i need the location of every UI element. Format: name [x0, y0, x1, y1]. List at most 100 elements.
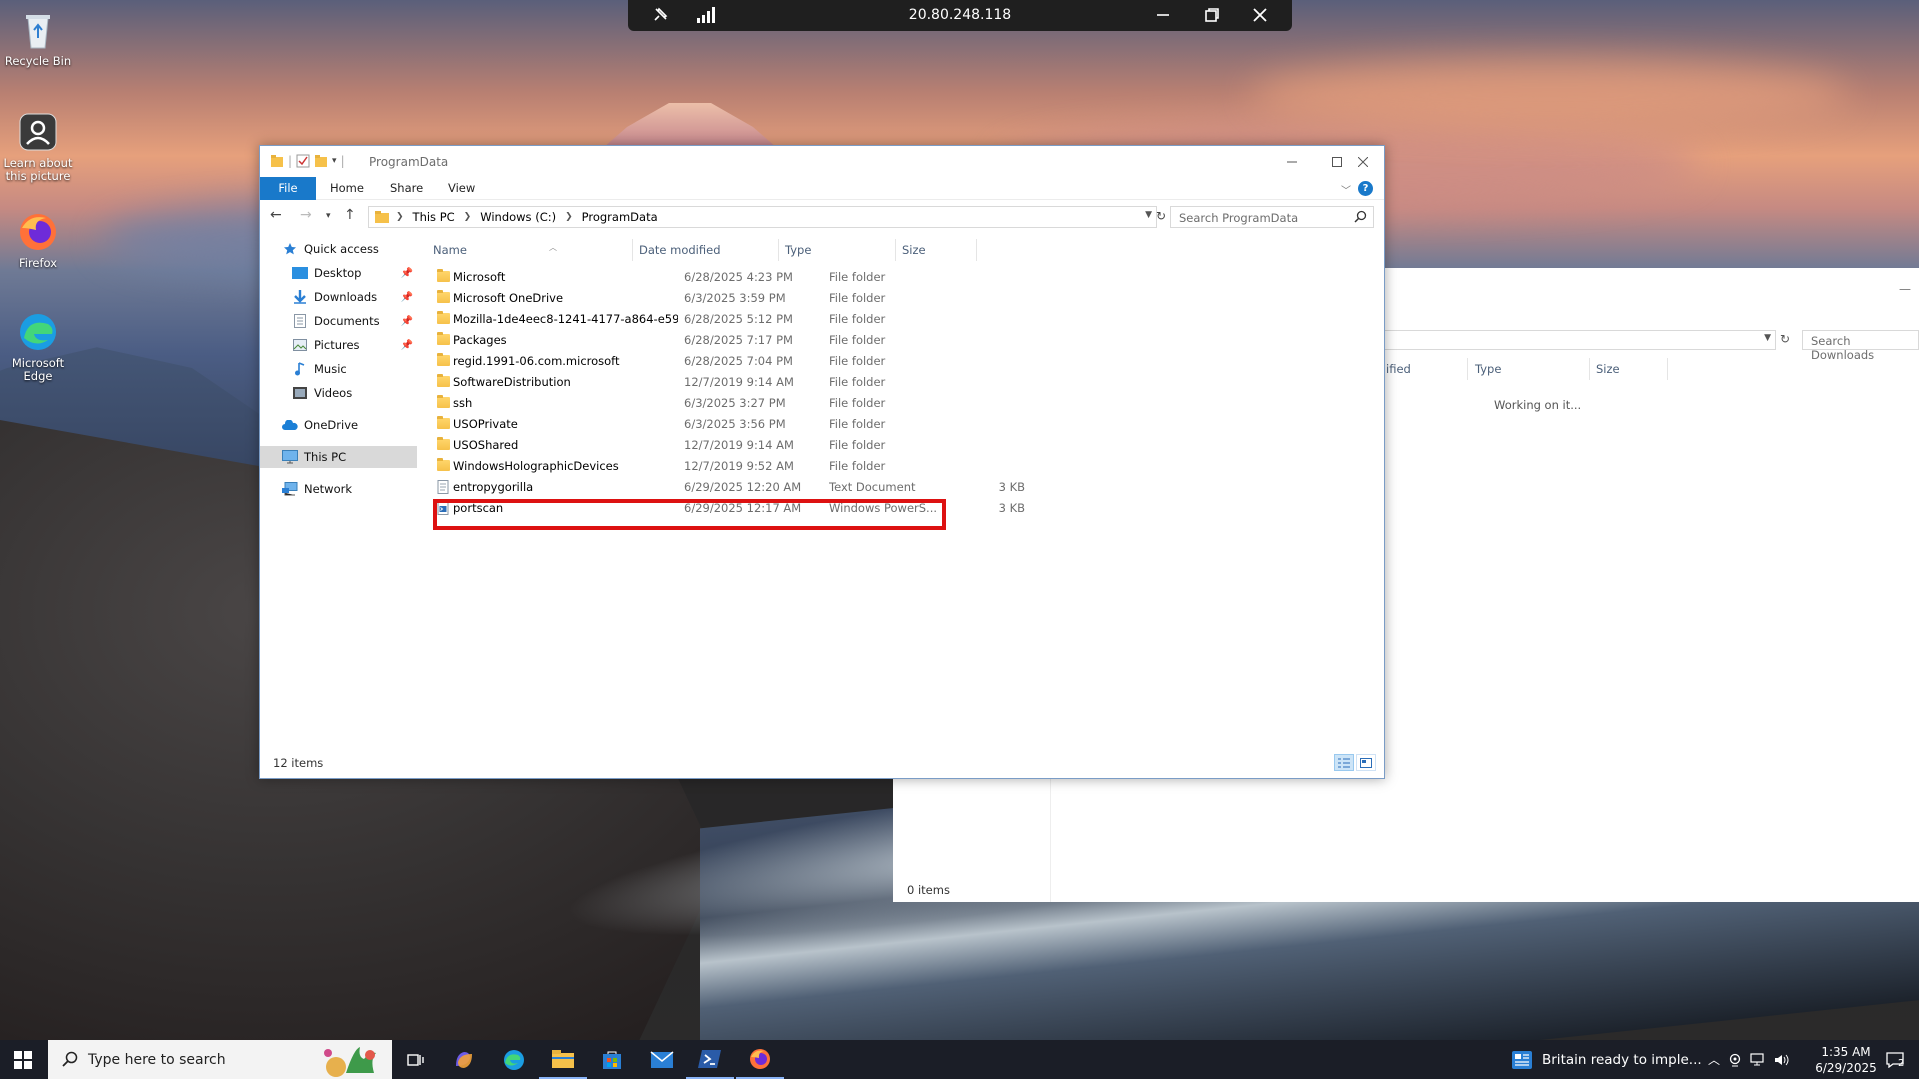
table-row[interactable]: Mozilla-1de4eec8-1241-4177-a864-e594e...… — [433, 309, 928, 330]
table-row[interactable]: entropygorilla 6/29/2025 12:20 AM Text D… — [433, 477, 1025, 498]
table-row[interactable]: USOShared 12/7/2019 9:14 AM File folder — [433, 435, 928, 456]
sidebar-item-pictures[interactable]: Pictures 📌 — [260, 334, 417, 356]
restore-icon[interactable] — [1200, 4, 1224, 26]
table-row[interactable]: USOPrivate 6/3/2025 3:56 PM File folder — [433, 414, 928, 435]
file-type: File folder — [829, 396, 886, 410]
taskbar-powershell[interactable] — [686, 1040, 734, 1079]
close-icon[interactable] — [1340, 146, 1385, 177]
chevron-down-icon[interactable]: ▼ — [1145, 210, 1152, 220]
desktop-icon-label: Firefox — [18, 256, 58, 270]
taskbar-firefox[interactable] — [736, 1040, 784, 1079]
start-button[interactable] — [0, 1040, 46, 1079]
taskbar-mail[interactable] — [638, 1040, 686, 1079]
pictures-icon — [292, 338, 308, 352]
recent-locations-icon[interactable]: ▾ — [326, 211, 331, 221]
column-header-size[interactable]: Size — [1596, 362, 1620, 376]
pin-icon[interactable]: 📌 — [401, 292, 413, 303]
table-row[interactable]: Microsoft OneDrive 6/3/2025 3:59 PM File… — [433, 288, 928, 309]
desktop-icon-recycle-bin[interactable]: Recycle Bin — [2, 8, 74, 68]
sidebar-item-videos[interactable]: Videos — [260, 382, 417, 404]
chevron-up-icon[interactable]: ︿ — [1708, 1051, 1720, 1068]
sidebar-item-onedrive[interactable]: OneDrive — [260, 414, 417, 436]
file-size: 3 KB — [998, 480, 1025, 494]
tab-home[interactable]: Home — [316, 177, 378, 200]
chevron-down-icon[interactable]: ▼ — [1764, 333, 1771, 343]
taskbar-file-explorer[interactable] — [539, 1040, 587, 1079]
breadcrumb-this-pc[interactable]: This PC — [411, 210, 457, 224]
sidebar-item-documents[interactable]: Documents 📌 — [260, 310, 417, 332]
taskbar-store[interactable] — [588, 1040, 636, 1079]
search-icon[interactable] — [1354, 210, 1367, 223]
minimize-icon[interactable] — [1151, 4, 1175, 26]
sidebar-item-music[interactable]: Music — [260, 358, 417, 380]
webcam-icon[interactable] — [1728, 1053, 1742, 1067]
sidebar-item-label: Documents — [314, 314, 380, 328]
minimize-icon[interactable] — [1269, 146, 1314, 177]
column-header-name[interactable]: Name ︿ — [427, 239, 633, 261]
file-explorer-window[interactable]: | ▾ | ProgramData File Home Share View ﹀… — [259, 145, 1385, 779]
breadcrumb-separator-icon[interactable]: ❯ — [558, 212, 580, 222]
pin-icon[interactable]: 📌 — [401, 268, 413, 279]
column-header-type[interactable]: Type — [1475, 362, 1501, 376]
refresh-icon[interactable]: ↻ — [1156, 209, 1166, 223]
taskbar-clock[interactable]: 1:35 AM 6/29/2025 — [1808, 1044, 1884, 1076]
taskbar-search-input[interactable]: Type here to search — [48, 1040, 392, 1079]
pin-icon[interactable]: 📌 — [401, 316, 413, 327]
help-icon[interactable]: ? — [1358, 181, 1373, 196]
close-icon[interactable] — [1248, 4, 1272, 26]
file-name: USOShared — [453, 438, 519, 452]
network-icon[interactable] — [1750, 1052, 1766, 1067]
table-row[interactable]: regid.1991-06.com.microsoft 6/28/2025 7:… — [433, 351, 928, 372]
customize-toolbar-icon[interactable]: ▾ — [332, 156, 337, 166]
tab-view[interactable]: View — [434, 177, 489, 200]
pin-icon[interactable]: 📌 — [401, 340, 413, 351]
column-header-date[interactable]: ified — [1386, 362, 1411, 376]
refresh-icon[interactable]: ↻ — [1780, 332, 1790, 346]
new-folder-icon[interactable] — [314, 154, 328, 168]
breadcrumb-separator-icon[interactable]: ❯ — [389, 212, 411, 222]
breadcrumb-programdata[interactable]: ProgramData — [580, 210, 660, 224]
volume-icon[interactable] — [1774, 1053, 1790, 1067]
properties-icon[interactable] — [296, 154, 310, 168]
table-row[interactable]: SoftwareDistribution 12/7/2019 9:14 AM F… — [433, 372, 928, 393]
column-header-date-modified[interactable]: Date modified — [633, 239, 779, 261]
address-bar[interactable]: ❯ This PC ❯ Windows (C:) ❯ ProgramData ▼ — [368, 206, 1157, 228]
back-arrow-icon[interactable]: ← — [270, 207, 282, 223]
search-input[interactable]: Search Downloads — [1802, 330, 1919, 362]
sidebar-item-desktop[interactable]: Desktop 📌 — [260, 262, 417, 284]
table-row[interactable]: Packages 6/28/2025 7:17 PM File folder — [433, 330, 928, 351]
sidebar-item-this-pc[interactable]: This PC — [260, 446, 417, 468]
search-input[interactable]: Search ProgramData — [1170, 206, 1374, 228]
file-name: Microsoft OneDrive — [453, 291, 564, 305]
desktop-icon-edge[interactable]: Microsoft Edge — [2, 310, 74, 383]
table-row[interactable]: Microsoft 6/28/2025 4:23 PM File folder — [433, 267, 928, 288]
desktop-icon-firefox[interactable]: Firefox — [2, 210, 74, 270]
sidebar-item-network[interactable]: Network — [260, 478, 417, 500]
minimize-icon[interactable]: — — [1899, 282, 1911, 296]
breadcrumb-separator-icon[interactable]: ❯ — [457, 212, 479, 222]
table-row[interactable]: ssh 6/3/2025 3:27 PM File folder — [433, 393, 928, 414]
window-title: ProgramData — [369, 155, 449, 169]
sidebar-item-quick-access[interactable]: Quick access — [260, 238, 417, 260]
column-header-size[interactable]: Size — [896, 239, 977, 261]
tab-file[interactable]: File — [260, 177, 316, 200]
column-header-type[interactable]: Type — [779, 239, 896, 261]
address-bar[interactable]: ▼ — [1384, 330, 1776, 350]
task-view-button[interactable] — [392, 1040, 440, 1079]
taskbar-news-widget[interactable]: Britain ready to imple... — [1512, 1040, 1702, 1079]
taskbar-copilot[interactable] — [440, 1040, 488, 1079]
large-icons-view-icon[interactable] — [1356, 754, 1376, 771]
breadcrumb-windows-c[interactable]: Windows (C:) — [478, 210, 558, 224]
expand-ribbon-icon[interactable]: ﹀ — [1341, 182, 1351, 197]
file-name: regid.1991-06.com.microsoft — [453, 354, 620, 368]
desktop-icon-learn-about-picture[interactable]: Learn about this picture — [2, 110, 74, 183]
title-bar[interactable]: | ▾ | ProgramData — [260, 146, 1384, 177]
forward-arrow-icon[interactable]: → — [300, 207, 312, 223]
taskbar-edge[interactable] — [490, 1040, 538, 1079]
table-row[interactable]: WindowsHolographicDevices 12/7/2019 9:52… — [433, 456, 928, 477]
notification-center-button[interactable]: 2 — [1874, 1040, 1916, 1079]
details-view-icon[interactable] — [1334, 754, 1354, 771]
tab-share[interactable]: Share — [376, 177, 437, 200]
up-arrow-icon[interactable]: ↑ — [344, 207, 356, 223]
sidebar-item-downloads[interactable]: Downloads 📌 — [260, 286, 417, 308]
